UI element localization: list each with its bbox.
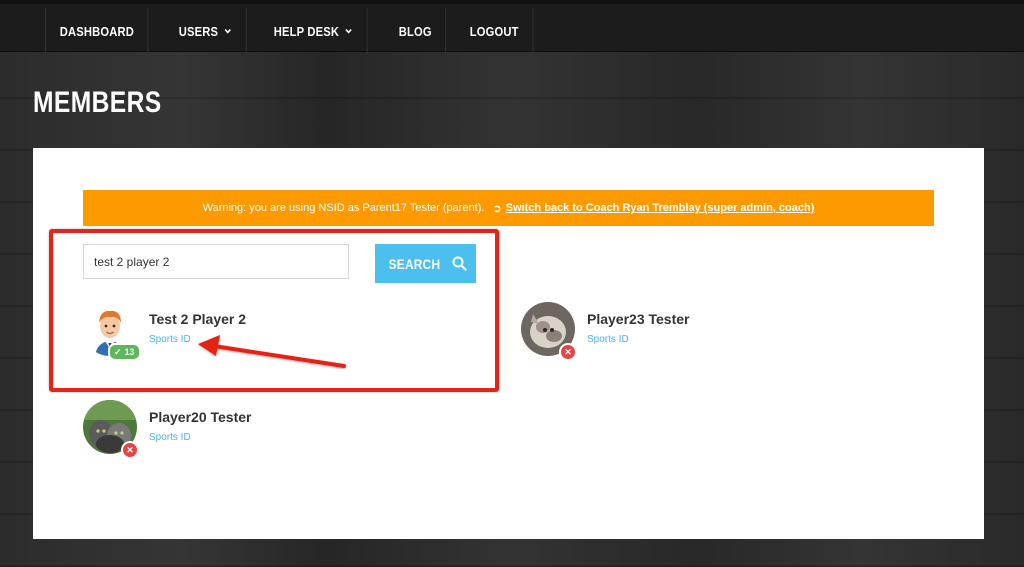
member-card: ✕ Player20 Tester Sports ID xyxy=(83,400,383,459)
nav-help-desk[interactable]: HELP DESK xyxy=(260,8,368,54)
warning-text: Warning: you are using NSID as Parent17 … xyxy=(202,202,485,214)
nav-label: BLOG xyxy=(398,23,432,39)
page-title: MEMBERS xyxy=(33,86,162,119)
close-icon: ✕ xyxy=(564,346,572,357)
nav-dashboard[interactable]: DASHBOARD xyxy=(46,8,149,54)
unverified-badge: ✕ xyxy=(121,441,139,459)
avatar[interactable]: ✕ xyxy=(521,302,577,361)
nav-label: DASHBOARD xyxy=(59,23,134,39)
nav-label: LOGOUT xyxy=(470,23,520,39)
nav-label: USERS xyxy=(179,23,219,39)
unverified-badge: ✕ xyxy=(559,343,577,361)
sports-id-link[interactable]: Sports ID xyxy=(149,432,191,443)
switch-user-icon: ➲ xyxy=(492,202,502,215)
close-icon: ✕ xyxy=(126,444,134,455)
sports-id-link[interactable]: Sports ID xyxy=(587,334,629,345)
nav-blog[interactable]: BLOG xyxy=(385,8,447,54)
chevron-down-icon xyxy=(345,28,352,34)
main-nav: DASHBOARD USERS HELP DESK BLOG LOGOUT xyxy=(45,8,546,54)
nav-users[interactable]: USERS xyxy=(165,8,247,54)
nav-logout[interactable]: LOGOUT xyxy=(456,8,534,54)
member-card: ✕ Player23 Tester Sports ID xyxy=(521,302,821,361)
avatar[interactable]: ✕ xyxy=(83,400,139,459)
member-name[interactable]: Player20 Tester xyxy=(149,409,251,425)
chevron-down-icon xyxy=(224,28,231,34)
switch-back-link[interactable]: Switch back to Coach Ryan Tremblay (supe… xyxy=(506,202,815,214)
impersonation-warning: Warning: you are using NSID as Parent17 … xyxy=(83,190,934,226)
top-navbar: DASHBOARD USERS HELP DESK BLOG LOGOUT xyxy=(0,0,1024,54)
member-name[interactable]: Player23 Tester xyxy=(587,311,689,327)
annotation-highlight-box xyxy=(49,229,499,392)
nav-label: HELP DESK xyxy=(273,23,340,39)
